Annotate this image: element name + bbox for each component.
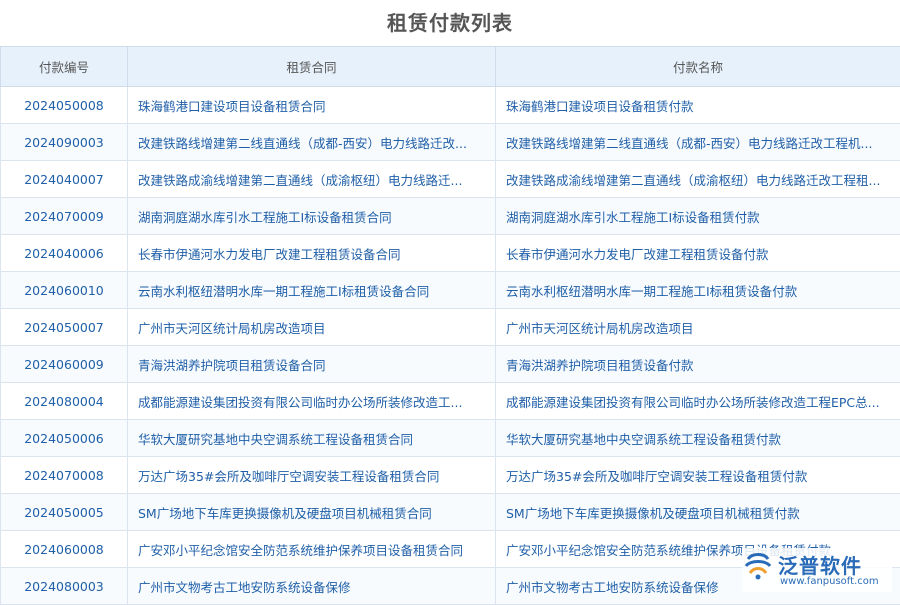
table-row[interactable]: 2024060010云南水利枢纽潜明水库一期工程施工I标租赁设备合同云南水利枢纽… — [1, 272, 900, 309]
cell-payment-no[interactable]: 2024090003 — [1, 124, 128, 161]
table-row[interactable]: 2024050005SM广场地下车库更换摄像机及硬盘项目机械租赁合同SM广场地下… — [1, 494, 900, 531]
cell-lease-contract[interactable]: 成都能源建设集团投资有限公司临时办公场所装修改造工... — [128, 383, 496, 420]
cell-lease-contract[interactable]: 珠海鹤港口建设项目设备租赁合同 — [128, 87, 496, 124]
cell-payment-name[interactable]: 成都能源建设集团投资有限公司临时办公场所装修改造工程EPC总... — [496, 383, 900, 420]
column-header-payment-no[interactable]: 付款编号 — [1, 47, 128, 87]
table-row[interactable]: 2024060009青海洪湖养护院项目租赁设备合同青海洪湖养护院项目租赁设备付款 — [1, 346, 900, 383]
cell-payment-name[interactable]: 广州市天河区统计局机房改造项目 — [496, 309, 900, 346]
cell-payment-name[interactable]: 青海洪湖养护院项目租赁设备付款 — [496, 346, 900, 383]
cell-lease-contract[interactable]: 广安邓小平纪念馆安全防范系统维护保养项目设备租赁合同 — [128, 531, 496, 568]
logo-brand-text: 泛普软件 — [778, 550, 862, 579]
cell-payment-name[interactable]: 改建铁路成渝线增建第二直通线（成渝枢纽）电力线路迁改工程租... — [496, 161, 900, 198]
cell-lease-contract[interactable]: 改建铁路成渝线增建第二直通线（成渝枢纽）电力线路迁... — [128, 161, 496, 198]
table-header-row: 付款编号 租赁合同 付款名称 — [1, 47, 900, 87]
cell-payment-no[interactable]: 2024070009 — [1, 198, 128, 235]
table-row[interactable]: 2024080004成都能源建设集团投资有限公司临时办公场所装修改造工...成都… — [1, 383, 900, 420]
cell-payment-name[interactable]: 华软大厦研究基地中央空调系统工程设备租赁付款 — [496, 420, 900, 457]
cell-payment-name[interactable]: SM广场地下车库更换摄像机及硬盘项目机械租赁付款 — [496, 494, 900, 531]
cell-payment-name[interactable]: 珠海鹤港口建设项目设备租赁付款 — [496, 87, 900, 124]
cell-lease-contract[interactable]: SM广场地下车库更换摄像机及硬盘项目机械租赁合同 — [128, 494, 496, 531]
cell-payment-no[interactable]: 2024040006 — [1, 235, 128, 272]
cell-lease-contract[interactable]: 华软大厦研究基地中央空调系统工程设备租赁合同 — [128, 420, 496, 457]
cell-lease-contract[interactable]: 广州市文物考古工地安防系统设备保修 — [128, 568, 496, 605]
cell-payment-name[interactable]: 改建铁路线增建第二线直通线（成都-西安）电力线路迁改工程机... — [496, 124, 900, 161]
column-header-payment-name[interactable]: 付款名称 — [496, 47, 900, 87]
fanpu-logo-icon — [742, 550, 774, 582]
cell-payment-name[interactable]: 云南水利枢纽潜明水库一期工程施工I标租赁设备付款 — [496, 272, 900, 309]
cell-lease-contract[interactable]: 湖南洞庭湖水库引水工程施工I标设备租赁合同 — [128, 198, 496, 235]
table-row[interactable]: 2024090003改建铁路线增建第二线直通线（成都-西安）电力线路迁改...改… — [1, 124, 900, 161]
cell-payment-no[interactable]: 2024080003 — [1, 568, 128, 605]
cell-lease-contract[interactable]: 云南水利枢纽潜明水库一期工程施工I标租赁设备合同 — [128, 272, 496, 309]
table-row[interactable]: 2024040006长春市伊通河水力发电厂改建工程租赁设备合同长春市伊通河水力发… — [1, 235, 900, 272]
column-header-lease-contract[interactable]: 租赁合同 — [128, 47, 496, 87]
cell-payment-no[interactable]: 2024070008 — [1, 457, 128, 494]
brand-logo: 泛普软件 www.fanpusoft.com — [742, 548, 892, 592]
cell-lease-contract[interactable]: 长春市伊通河水力发电厂改建工程租赁设备合同 — [128, 235, 496, 272]
table-row[interactable]: 2024050007广州市天河区统计局机房改造项目广州市天河区统计局机房改造项目 — [1, 309, 900, 346]
cell-payment-no[interactable]: 2024060010 — [1, 272, 128, 309]
cell-payment-no[interactable]: 2024050005 — [1, 494, 128, 531]
cell-payment-no[interactable]: 2024040007 — [1, 161, 128, 198]
cell-lease-contract[interactable]: 青海洪湖养护院项目租赁设备合同 — [128, 346, 496, 383]
cell-payment-name[interactable]: 万达广场35#会所及咖啡厅空调安装工程设备租赁付款 — [496, 457, 900, 494]
payment-table: 付款编号 租赁合同 付款名称 2024050008珠海鹤港口建设项目设备租赁合同… — [0, 46, 900, 605]
table-row[interactable]: 2024050008珠海鹤港口建设项目设备租赁合同珠海鹤港口建设项目设备租赁付款 — [1, 87, 900, 124]
cell-payment-name[interactable]: 湖南洞庭湖水库引水工程施工I标设备租赁付款 — [496, 198, 900, 235]
cell-payment-name[interactable]: 长春市伊通河水力发电厂改建工程租赁设备付款 — [496, 235, 900, 272]
cell-payment-no[interactable]: 2024050006 — [1, 420, 128, 457]
table-row[interactable]: 2024050006华软大厦研究基地中央空调系统工程设备租赁合同华软大厦研究基地… — [1, 420, 900, 457]
cell-payment-no[interactable]: 2024060009 — [1, 346, 128, 383]
table-row[interactable]: 2024070009湖南洞庭湖水库引水工程施工I标设备租赁合同湖南洞庭湖水库引水… — [1, 198, 900, 235]
table-body: 2024050008珠海鹤港口建设项目设备租赁合同珠海鹤港口建设项目设备租赁付款… — [1, 87, 900, 605]
cell-lease-contract[interactable]: 广州市天河区统计局机房改造项目 — [128, 309, 496, 346]
cell-payment-no[interactable]: 2024080004 — [1, 383, 128, 420]
cell-lease-contract[interactable]: 万达广场35#会所及咖啡厅空调安装工程设备租赁合同 — [128, 457, 496, 494]
cell-payment-no[interactable]: 2024050008 — [1, 87, 128, 124]
table-row[interactable]: 2024070008万达广场35#会所及咖啡厅空调安装工程设备租赁合同万达广场3… — [1, 457, 900, 494]
cell-payment-no[interactable]: 2024050007 — [1, 309, 128, 346]
table-row[interactable]: 2024040007改建铁路成渝线增建第二直通线（成渝枢纽）电力线路迁...改建… — [1, 161, 900, 198]
page-title: 租赁付款列表 — [0, 0, 900, 46]
cell-lease-contract[interactable]: 改建铁路线增建第二线直通线（成都-西安）电力线路迁改... — [128, 124, 496, 161]
cell-payment-no[interactable]: 2024060008 — [1, 531, 128, 568]
logo-url-text: www.fanpusoft.com — [780, 576, 879, 587]
